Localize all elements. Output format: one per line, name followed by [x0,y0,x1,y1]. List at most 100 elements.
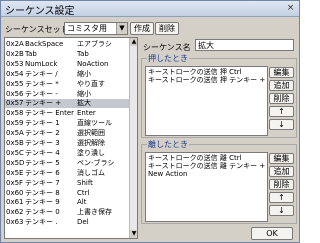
sequence-settings-dialog: シーケンス設定 × シーケンスセット コミスタ用 ▼ 作成 削除 ▲ ▼ 0x2… [0,0,300,243]
sequence-set-label: シーケンスセット [5,25,69,34]
on-release-edit-button[interactable]: 編集 [269,153,294,164]
list-item-key: テンキー 2 [25,129,60,138]
list-item-code: 0x61 [6,198,24,207]
list-item[interactable]: 0x56 テンキー - 縮小 [5,90,129,99]
on-press-group: 押したとき キーストロークの送信 押 Ctrl キーストロークの送信 押 テンキ… [141,54,297,138]
on-release-group: 離したとき キーストロークの送信 離 Ctrl キーストロークの送信 離 テンキ… [141,140,297,224]
list-item-key: NumLock [25,59,58,68]
list-item[interactable]: 0x59 テンキー 1 直線ツール [5,119,129,128]
on-press-delete-button[interactable]: 削除 [269,93,294,104]
list-item-key: テンキー Enter [25,109,75,118]
on-release-action-3[interactable]: New Action [148,170,187,178]
list-item[interactable]: 0x61 テンキー 9 Alt [5,198,129,207]
scroll-up-icon[interactable]: ▲ [130,38,137,46]
on-press-add-button[interactable]: 追加 [269,80,294,91]
list-item-key: テンキー 0 [25,208,60,217]
on-release-move-up-button[interactable]: ↑ [269,192,294,203]
list-item-code: 0x5A [6,129,24,138]
list-item-action: Enter [77,109,96,118]
list-item-key: Tab [25,49,37,58]
list-item-action: 上書き保存 [77,208,112,217]
sequence-name-field[interactable]: 拡大 [195,39,294,51]
list-item[interactable]: 0x58 テンキー Enter Enter [5,109,129,118]
list-item-action: 直線ツール [77,119,112,128]
list-item-code: 0x2B [6,49,24,58]
list-item-key: テンキー 4 [25,148,60,157]
list-item-code: 0x55 [6,79,24,88]
list-item-action: ペン-ブラシ [77,158,115,167]
list-item-code: 0x2A [6,40,24,48]
delete-set-button[interactable]: 削除 [155,22,179,35]
list-item[interactable]: 0x63 テンキー . Del [5,218,129,227]
list-item-key: テンキー 7 [25,178,60,187]
list-item-action: Tab [77,49,89,58]
on-release-action-1[interactable]: キーストロークの送信 離 Ctrl [148,154,242,162]
list-item-key: テンキー 3 [25,139,60,147]
list-item-code: 0x53 [6,59,24,68]
list-item-action: Del [77,218,89,227]
list-item-code: 0x5B [6,139,24,147]
list-item-key: テンキー 1 [25,119,60,128]
sequence-list[interactable]: ▲ ▼ 0x2A BackSpace エアブラシ 0x2B Tab Tab 0x53 NumL… [4,37,138,239]
list-item[interactable]: 0x62 テンキー 0 上書き保存 [5,208,129,217]
on-press-action-2[interactable]: キーストロークの送信 押 テンキー + [148,76,265,84]
list-scrollbar[interactable]: ▲ ▼ [129,38,137,238]
on-press-move-up-button[interactable]: ↑ [269,106,294,117]
create-set-button[interactable]: 作成 [130,22,154,35]
list-item-action: 消しゴム [77,168,105,177]
close-icon[interactable]: × [285,3,296,13]
list-item-code: 0x54 [6,69,24,78]
list-item[interactable]: 0x5D テンキー 5 ペン-ブラシ [5,159,129,168]
list-item-code: 0x62 [6,208,24,217]
list-item-action: 選択解除 [77,139,105,147]
on-release-add-button[interactable]: 追加 [269,166,294,177]
list-item[interactable]: 0x54 テンキー / 縮小 [5,70,129,79]
on-release-action-list[interactable]: キーストロークの送信 離 Ctrl キーストロークの送信 離 テンキー + Ne… [145,152,268,222]
list-item[interactable]: 0x5F テンキー 7 Shift [5,179,129,188]
list-item-key: テンキー . [25,218,58,227]
list-item-key: テンキー * [25,79,59,88]
list-item-key: テンキー + [25,99,62,108]
list-item-code: 0x5F [6,178,24,187]
list-item-key: テンキー / [25,69,58,78]
ok-button[interactable]: OK [251,227,293,240]
list-item-code: 0x5C [6,148,24,157]
list-item-code: 0x56 [6,89,24,98]
list-item[interactable]: 0x60 テンキー 8 Ctrl [5,189,129,198]
list-item-key: テンキー 9 [25,198,60,207]
on-release-action-2[interactable]: キーストロークの送信 離 テンキー + [148,162,265,170]
list-item-key: テンキー 6 [25,168,60,177]
list-item-key: BackSpace [25,40,64,48]
list-item-action: 拡大 [77,99,91,108]
list-item[interactable]: 0x5C テンキー 4 塗り潰し [5,149,129,158]
list-item-code: 0x59 [6,119,24,128]
list-item-code: 0x60 [6,188,24,197]
title-bar: シーケンス設定 × [1,1,299,17]
list-item[interactable]: 0x5A テンキー 2 選択範囲 [5,129,129,138]
on-press-action-1[interactable]: キーストロークの送信 押 Ctrl [148,68,242,76]
list-item[interactable]: 0x2A BackSpace エアブラシ [5,40,129,49]
on-press-action-list[interactable]: キーストロークの送信 押 Ctrl キーストロークの送信 押 テンキー + [145,66,268,136]
sequence-set-select[interactable]: コミスタ用 ▼ [64,22,128,35]
list-item[interactable]: 0x5B テンキー 3 選択解除 [5,139,129,148]
on-press-move-down-button[interactable]: ↓ [269,119,294,130]
list-item-action: 縮小 [77,89,91,98]
on-press-edit-button[interactable]: 編集 [269,67,294,78]
list-item[interactable]: 0x57 テンキー + 拡大 [5,99,129,109]
on-press-label: 押したとき [147,54,189,63]
sequence-set-value: コミスタ用 [67,24,107,33]
chevron-down-icon[interactable]: ▼ [116,23,127,34]
list-item-action: Ctrl [77,188,90,197]
list-item[interactable]: 0x55 テンキー * やり直す [5,80,129,89]
list-item-action: エアブラシ [77,40,112,48]
on-release-delete-button[interactable]: 削除 [269,179,294,190]
list-item-code: 0x58 [6,109,24,118]
scroll-down-icon[interactable]: ▼ [130,230,137,238]
list-item-code: 0x57 [6,99,24,108]
on-release-move-down-button[interactable]: ↓ [269,205,294,216]
list-item[interactable]: 0x2B Tab Tab [5,50,129,59]
list-item-key: テンキー - [25,89,58,98]
list-item[interactable]: 0x5E テンキー 6 消しゴム [5,169,129,178]
list-item-action: やり直す [77,79,105,88]
list-item[interactable]: 0x53 NumLock NoAction [5,60,129,69]
